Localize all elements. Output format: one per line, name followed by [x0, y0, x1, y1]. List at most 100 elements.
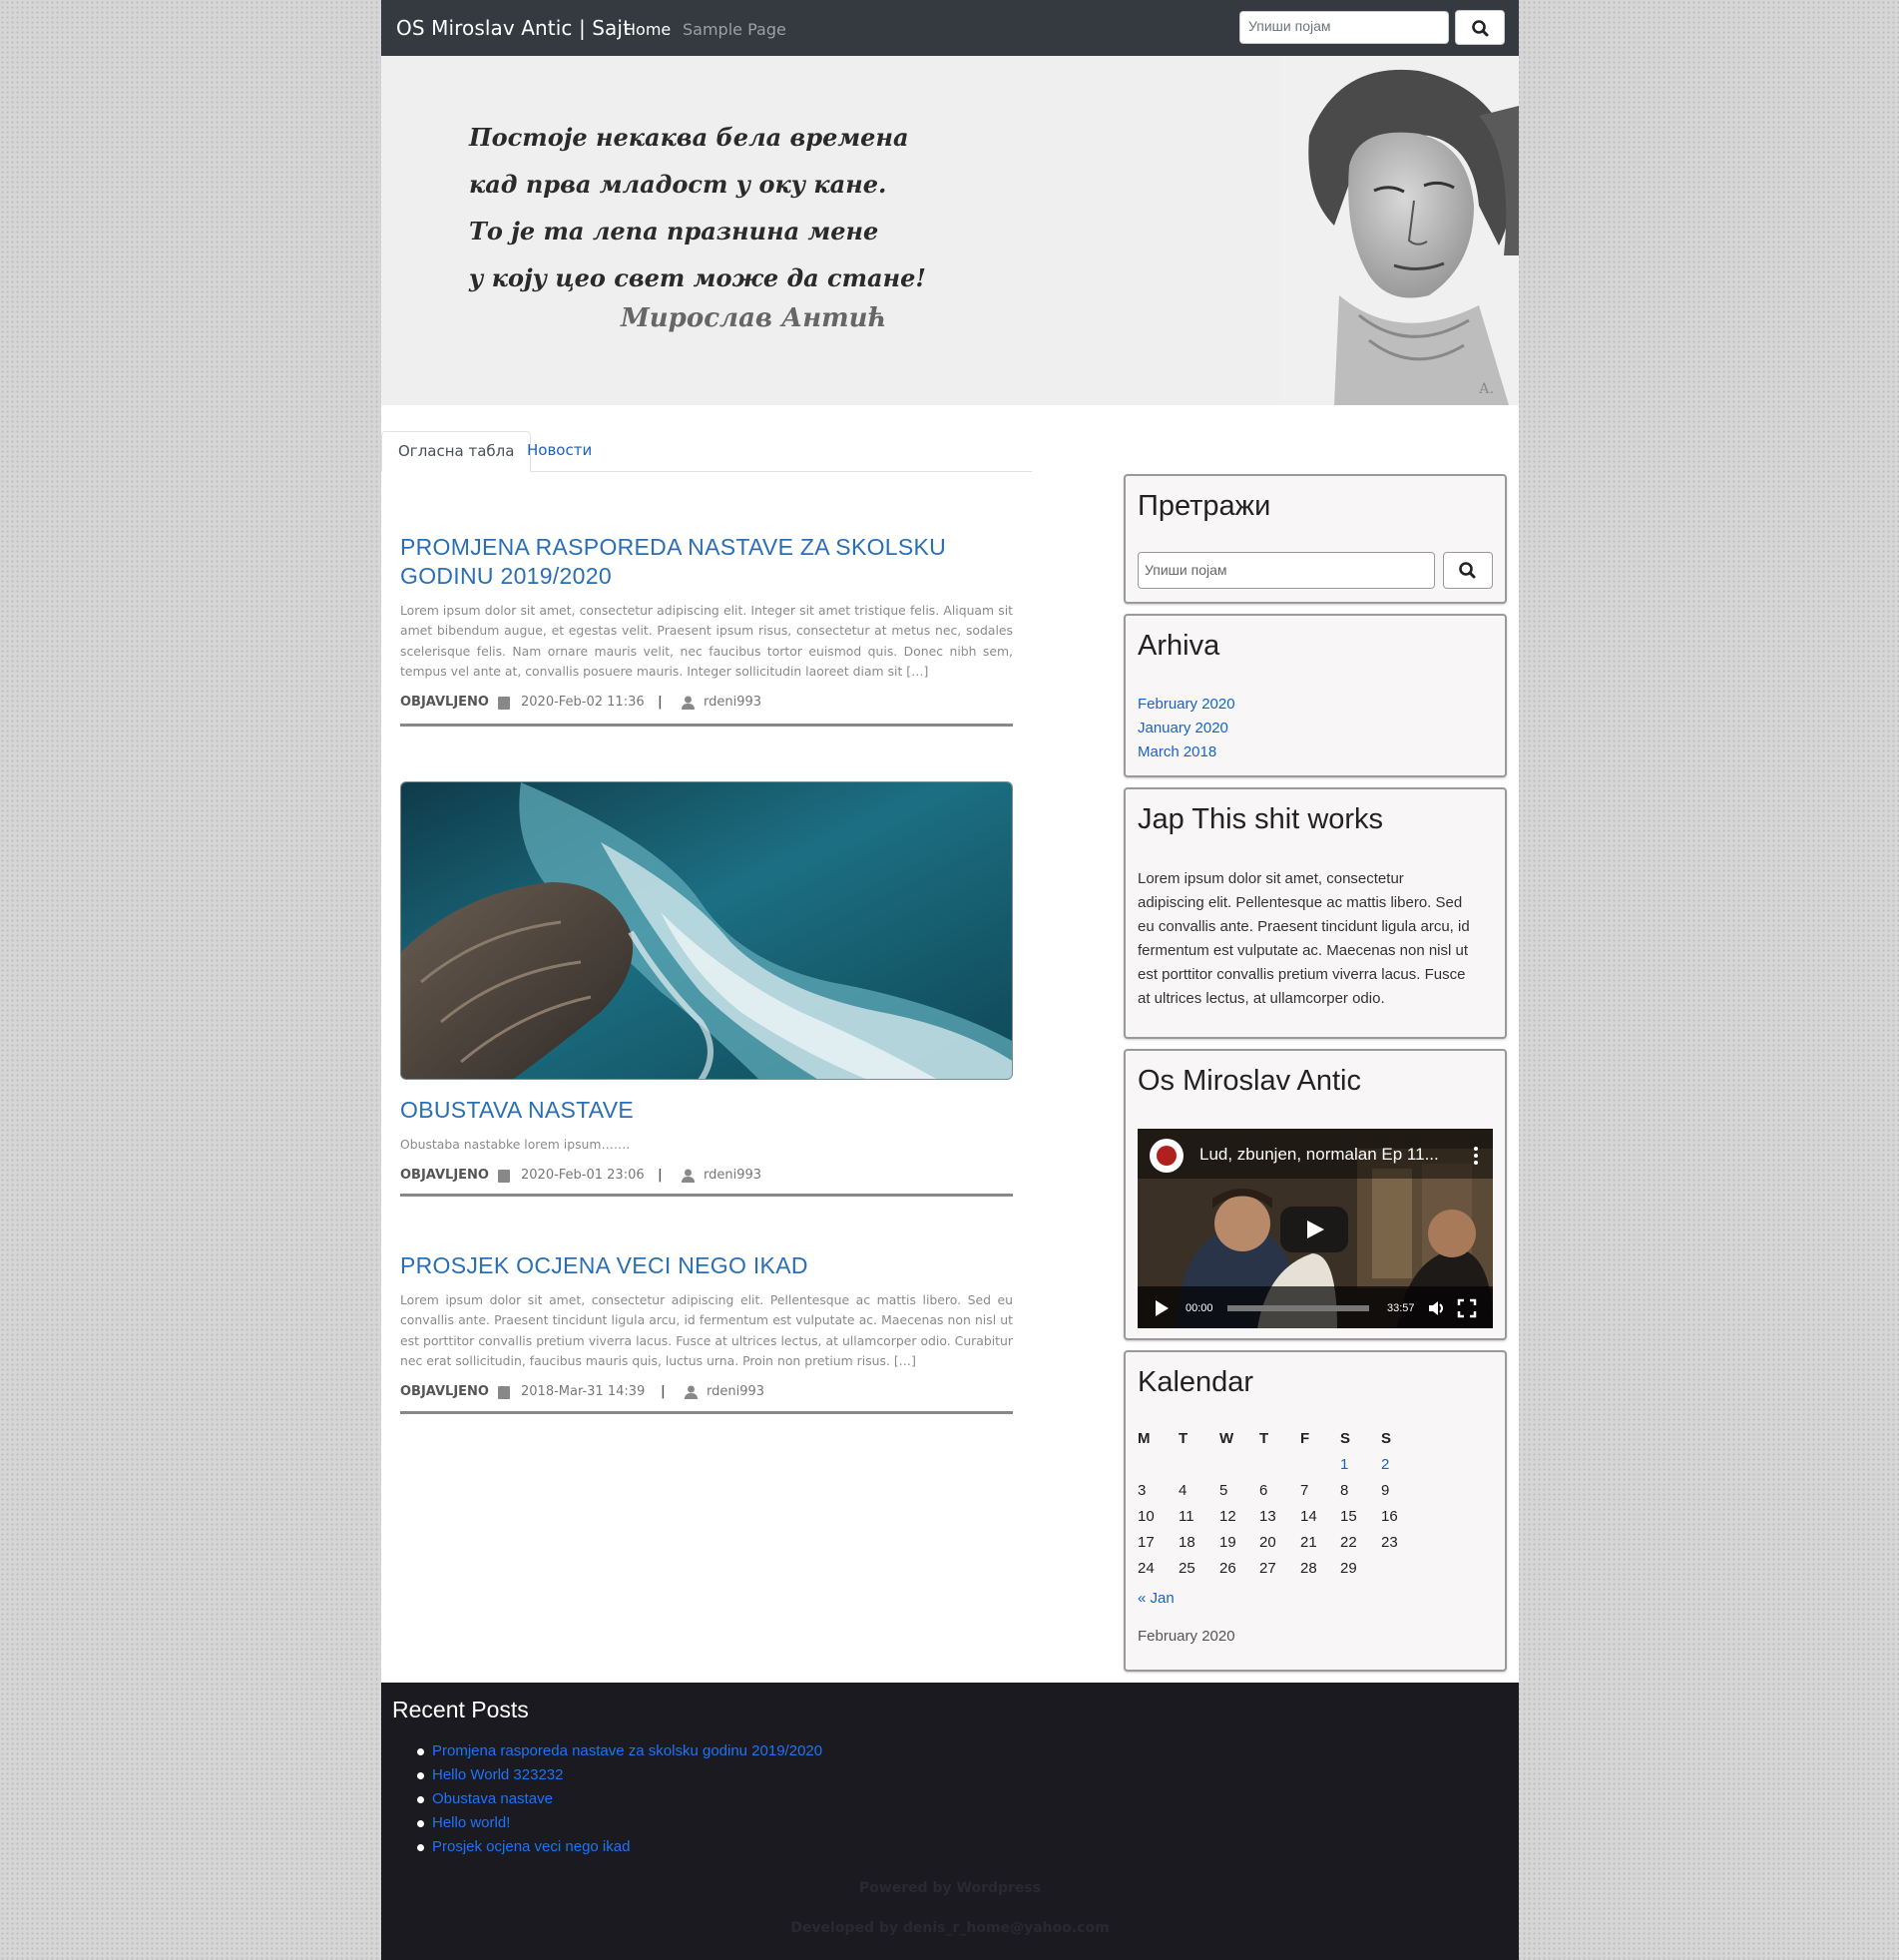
volume-icon[interactable] [1427, 1298, 1447, 1318]
list-bullet [417, 1772, 424, 1779]
search-widget: Претражи Упиши појам [1124, 474, 1507, 604]
footer-recent-post[interactable]: Hello world! [432, 1814, 510, 1831]
calendar-day: 7 [1300, 1482, 1309, 1499]
calendar-prev-link[interactable]: « Jan [1138, 1590, 1175, 1607]
video-duration: 33:57 [1387, 1302, 1415, 1314]
post-article: PROSJEK OCJENA VECI NEGO IKAD Lorem ipsu… [400, 1251, 1013, 1404]
calendar-day: 18 [1179, 1534, 1195, 1551]
calendar-weekday: T [1259, 1430, 1269, 1447]
footer-recent-post[interactable]: Hello World 323232 [432, 1766, 563, 1783]
calendar-caption: February 2020 [1138, 1628, 1235, 1645]
post-author[interactable]: rdeni993 [707, 1384, 764, 1399]
calendar-day: 29 [1340, 1560, 1357, 1577]
post-title[interactable]: PROSJEK OCJENA VECI NEGO IKAD [400, 1251, 1013, 1280]
search-icon [1459, 562, 1476, 579]
footer-recent-post[interactable]: Obustava nastave [432, 1790, 553, 1807]
widget-text-line: eu convallis ante. Praesent tincidunt li… [1138, 918, 1470, 935]
calendar-day: 8 [1340, 1482, 1349, 1499]
top-navbar: OS Miroslav Antic | Sajt Home Sample Pag… [381, 0, 1519, 56]
post-excerpt: Lorem ipsum dolor sit amet, consectetur … [400, 603, 1013, 679]
search-icon [1472, 20, 1489, 37]
video-current-time: 00:00 [1186, 1302, 1213, 1314]
quote-line: кад прва младост у оку кане. [469, 170, 887, 199]
list-bullet [417, 1844, 424, 1851]
widget-title: Arhiva [1138, 630, 1220, 662]
quote-line: Постоје некаква бела времена [469, 123, 909, 152]
post-article: PROMJENA RASPOREDA NASTAVE ZA SKOLSKU GO… [400, 533, 1013, 715]
quote-line: у коју цео свет може да стане! [469, 263, 926, 292]
calendar-weekday: S [1340, 1430, 1351, 1447]
calendar-day: 24 [1138, 1560, 1155, 1577]
calendar-day: 14 [1300, 1508, 1317, 1525]
portrait-signature: А. [1479, 381, 1494, 397]
archive-link[interactable]: February 2020 [1138, 696, 1235, 713]
play-icon[interactable] [1156, 1300, 1169, 1316]
hero-banner: Постоје некаква бела времена кад прва мл… [381, 56, 1519, 405]
user-icon [682, 1169, 695, 1184]
nav-link-home[interactable]: Home [624, 20, 671, 39]
navbar-search-input[interactable]: Упиши појам [1239, 11, 1449, 44]
text-widget: Jap This shit works Lorem ipsum dolor si… [1124, 787, 1507, 1039]
footer-title: Recent Posts [392, 1697, 529, 1722]
list-bullet [417, 1820, 424, 1827]
video-widget: Os Miroslav Antic Lud, zbunjen, normalan… [1124, 1049, 1507, 1340]
calendar-weekday: M [1138, 1430, 1151, 1447]
post-date: 2018-Mar-31 14:39 [521, 1384, 646, 1400]
calendar-weekday: S [1381, 1430, 1392, 1447]
ocean-waves-image [401, 782, 1012, 1079]
widget-text-line: est porttitor convallis pretium viverra … [1138, 966, 1466, 983]
calendar-day: 27 [1259, 1560, 1276, 1577]
calendar-weekday: F [1300, 1430, 1310, 1447]
sidebar-search-input[interactable]: Упиши појам [1138, 552, 1435, 589]
calendar-day: 22 [1340, 1534, 1357, 1551]
post-meta-label: OBJAVLJENO [400, 695, 489, 711]
widget-text-line: fermentum est vulputate ac. Maecenas non… [1138, 942, 1469, 959]
nav-link-sample-page[interactable]: Sample Page [683, 20, 786, 39]
calendar-day: 25 [1179, 1560, 1195, 1577]
widget-title: Претражи [1138, 490, 1271, 522]
archive-link[interactable]: March 2018 [1138, 743, 1216, 760]
footer-recent-post[interactable]: Promjena rasporeda nastave za skolsku go… [432, 1742, 822, 1759]
archive-link[interactable]: January 2020 [1138, 720, 1228, 736]
channel-avatar[interactable] [1150, 1139, 1184, 1173]
sidebar-search-button[interactable] [1443, 552, 1493, 589]
site-brand[interactable]: OS Miroslav Antic | Sajt [396, 16, 631, 40]
post-featured-image[interactable] [400, 781, 1013, 1080]
calendar-icon [498, 697, 510, 711]
video-title[interactable]: Lud, zbunjen, normalan Ep 11... [1199, 1145, 1439, 1165]
calendar-day: 16 [1381, 1508, 1398, 1525]
calendar-day: 6 [1259, 1482, 1268, 1499]
list-bullet [417, 1748, 424, 1755]
calendar-weekday: W [1219, 1430, 1234, 1447]
post-author[interactable]: rdeni993 [704, 695, 761, 710]
calendar-day: 4 [1179, 1482, 1187, 1499]
more-icon[interactable] [1467, 1145, 1485, 1167]
fullscreen-icon[interactable] [1457, 1298, 1477, 1318]
list-bullet [417, 1796, 424, 1803]
post-divider [400, 1411, 1013, 1414]
post-title[interactable]: PROMJENA RASPOREDA NASTAVE ZA SKOLSKU GO… [400, 533, 1013, 591]
hero-quote: Постоје некаква бела времена кад прва мл… [469, 114, 926, 301]
calendar-day: 13 [1259, 1508, 1276, 1525]
widget-text-line: adipiscing elit. Pellentesque ac mattis … [1138, 894, 1463, 911]
calendar-day: 28 [1300, 1560, 1317, 1577]
calendar-icon [498, 1170, 510, 1184]
play-icon[interactable] [1280, 1207, 1348, 1252]
video-player[interactable]: Lud, zbunjen, normalan Ep 11... 00:00 33… [1138, 1129, 1493, 1328]
calendar-day[interactable]: 1 [1340, 1456, 1348, 1473]
quote-line: То је та лепа празнина мене [469, 217, 879, 245]
calendar-day[interactable]: 2 [1381, 1456, 1389, 1473]
post-title[interactable]: OBUSTAVA NASTAVE [400, 1096, 1013, 1125]
widget-title: Jap This shit works [1138, 803, 1384, 835]
footer-recent-post[interactable]: Prosjek ocjena veci nego ikad [432, 1838, 630, 1855]
calendar-day: 26 [1219, 1560, 1236, 1577]
post-divider [400, 1194, 1013, 1197]
tab-novosti[interactable]: Новости [511, 431, 608, 471]
tab-oglasna-tabla[interactable]: Огласна табла [381, 431, 532, 472]
calendar-day: 20 [1259, 1534, 1276, 1551]
navbar-search-button[interactable] [1455, 10, 1505, 45]
post-author[interactable]: rdeni993 [704, 1168, 761, 1183]
post-excerpt: Lorem ipsum dolor sit amet, consectetur … [400, 1292, 1013, 1368]
widget-text: Lorem ipsum dolor sit amet, consectetur … [1138, 867, 1470, 1011]
post-divider [400, 724, 1013, 727]
